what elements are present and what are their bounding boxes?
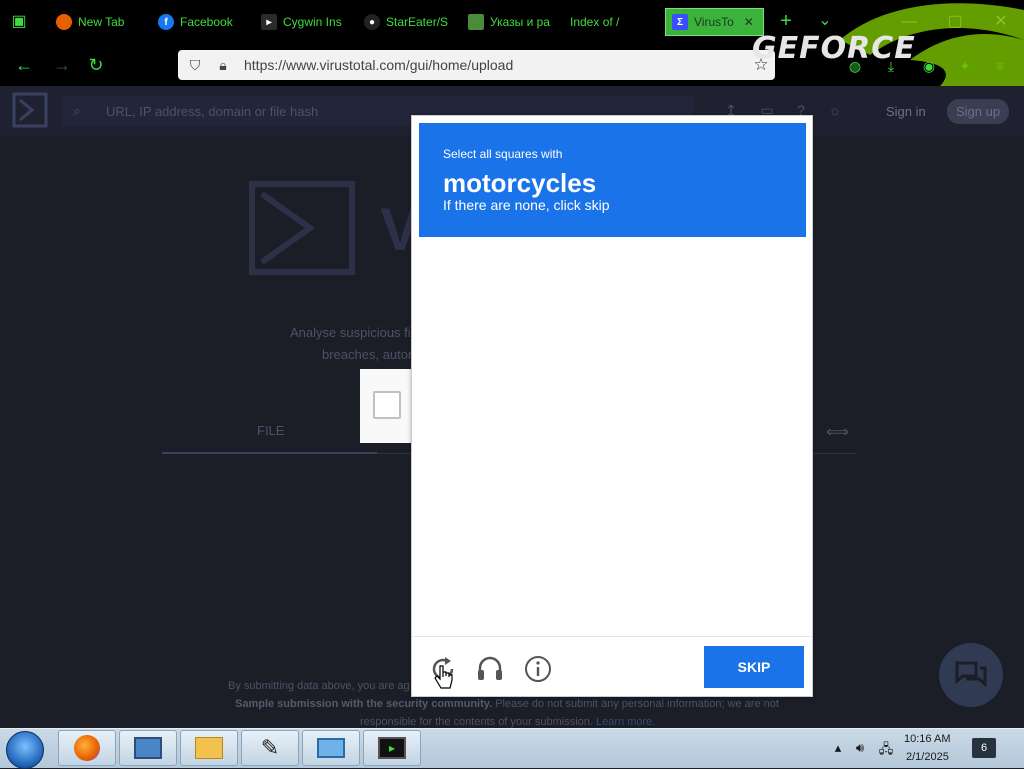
taskbar-explorer[interactable] [180,730,238,766]
forward-button[interactable]: → [50,54,74,76]
network-icon[interactable]: 🖧︎ [878,740,894,756]
taskbar-computer[interactable] [119,730,177,766]
footer-notice-line: By submitting data above, you are ag [228,680,410,692]
recaptcha-checkbox[interactable] [373,391,401,419]
captcha-prompt-prefix: Select all squares with [443,147,563,161]
volume-icon[interactable]: 🔊︎ [852,740,868,756]
cygwin-icon: ▸ [261,14,277,30]
url-text[interactable]: https://www.virustotal.com/gui/home/uplo… [244,57,747,73]
captcha-challenge-dialog: Select all squares with motorcycles If t… [411,115,813,697]
tab-label: VirusTo [694,15,734,29]
back-button[interactable]: ← [12,54,36,76]
tab-new-tab[interactable]: New Tab [50,8,130,36]
hand-cursor-icon [434,665,453,689]
tab-label: Cygwin Ins [283,15,342,29]
captcha-target-object: motorcycles [443,168,597,198]
chat-icon [955,661,987,688]
tab-virustotal[interactable]: Σ VirusTo ✕ [665,8,764,36]
tab-label: Facebook [180,15,233,29]
search-placeholder: URL, IP address, domain or file hash [106,103,319,119]
geforce-brand-text: GEFORCE [752,31,916,66]
account-icon[interactable]: ◉ [920,58,938,76]
tab-label: New Tab [78,15,125,29]
close-window-button[interactable]: ✕ [989,10,1013,34]
chat-button[interactable] [939,643,1003,707]
tab-file[interactable]: FILE [257,423,284,438]
virustotal-logo-icon[interactable] [12,92,48,128]
tab-ukazy[interactable]: Указы и ра [462,8,552,36]
tab-cygwin[interactable]: ▸ Cygwin Ins [255,8,345,36]
notification-count: 6 [980,742,988,754]
start-button[interactable] [6,731,44,769]
theme-toggle-icon[interactable]: ☼ [826,102,844,120]
search-icon: ⌕ [73,103,81,118]
footer-bold-text: Sample submission with the security comm… [235,698,493,710]
virustotal-icon: Σ [672,14,688,30]
vt-description-line: Analyse suspicious fi [290,325,411,340]
footer-text: responsible for the contents of your sub… [360,716,593,728]
vt-description-line: breaches, autor [322,347,413,362]
tab-facebook[interactable]: f Facebook [152,8,236,36]
tab-label: Index of / [570,15,620,29]
terminal-icon: ▸ [378,737,406,759]
captcha-footer-divider [412,636,812,637]
info-icon[interactable] [523,654,553,684]
footer-notice-line: responsible for the contents of your sub… [360,716,655,728]
emblem-icon [468,14,484,30]
shield-icon[interactable]: ⛉ [184,57,206,74]
active-tab-underline [162,452,377,454]
virustotal-large-logo-icon [249,181,355,275]
tray-time[interactable]: 10:16 AM [904,733,950,745]
footer-notice-line: Sample submission with the security comm… [235,698,779,710]
learn-more-link[interactable]: Learn more. [593,716,655,728]
tab-label: Указы и ра [490,15,550,29]
captcha-image-grid[interactable] [419,243,806,635]
captcha-prompt-suffix: If there are none, click skip [443,197,610,213]
taskbar-firefox[interactable] [58,730,116,766]
pen-icon: ✎ [260,735,280,760]
window-app-icon [317,738,345,758]
firefox-icon [74,735,100,761]
skip-button[interactable]: SKIP [704,646,804,688]
tray-date[interactable]: 2/1/2025 [906,751,949,763]
computer-icon [134,737,162,759]
new-tab-button[interactable]: + [776,10,796,33]
github-icon: ● [364,14,380,30]
maximize-button[interactable]: ▢ [943,10,967,34]
tab-overview-icon[interactable]: ▣ [8,11,30,33]
close-tab-icon[interactable]: ✕ [744,15,754,29]
search-tab-icon[interactable]: ⟺ [826,422,849,442]
tab-label: StarEater/S [386,15,449,29]
audio-challenge-icon[interactable] [475,654,505,684]
folder-icon [195,737,223,759]
tab-github[interactable]: ● StarEater/S [358,8,450,36]
lock-icon[interactable]: 🔒︎ [212,57,234,74]
captcha-header: Select all squares with motorcycles If t… [419,123,806,237]
taskbar-terminal[interactable]: ▸ [363,730,421,766]
menu-icon[interactable]: ≡ [991,58,1009,76]
address-bar[interactable]: ⛉ 🔒︎ https://www.virustotal.com/gui/home… [178,50,775,80]
extensions-puzzle-icon[interactable]: ✦ [956,58,974,76]
sign-in-link[interactable]: Sign in [886,104,926,119]
show-hidden-icons-chevron-icon[interactable]: ▴ [830,740,846,756]
notification-center-button[interactable]: 6 [972,738,996,758]
tab-list-chevron-icon[interactable]: ⌄ [815,10,835,30]
footer-text: Please do not submit any personal inform… [492,698,779,710]
reload-button[interactable]: ↻ [84,54,108,76]
taskbar-editor[interactable]: ✎ [241,730,299,766]
facebook-icon: f [158,14,174,30]
tab-index-of[interactable]: Index of / [564,8,628,36]
sign-up-button[interactable]: Sign up [947,99,1009,124]
taskbar-app[interactable] [302,730,360,766]
firefox-icon [56,14,72,30]
